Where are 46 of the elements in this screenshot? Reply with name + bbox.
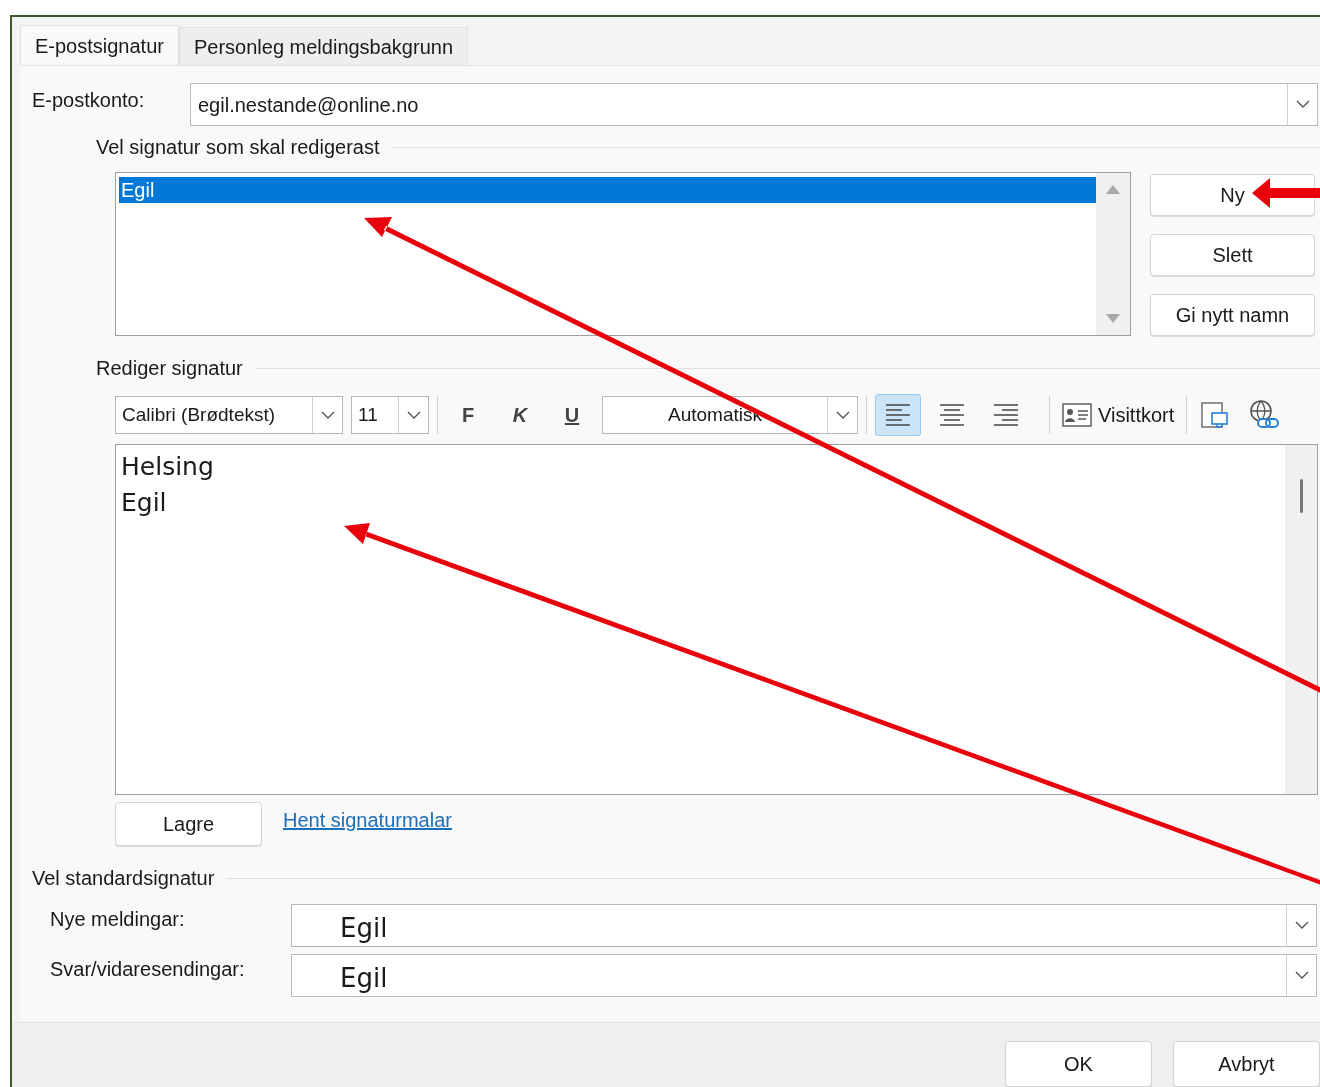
chevron-down-icon bbox=[1294, 971, 1309, 980]
signature-editor[interactable]: Helsing Egil bbox=[115, 444, 1318, 795]
save-button[interactable]: Lagre bbox=[115, 802, 262, 846]
field-label: Svar/vidaresendingar: bbox=[50, 957, 246, 982]
group-heading: Vel standardsignatur bbox=[32, 866, 216, 891]
list-item[interactable]: Egil bbox=[119, 177, 1096, 203]
chevron-down-icon bbox=[1294, 921, 1309, 930]
editor-text-line: Helsing bbox=[121, 451, 215, 483]
scroll-up-icon bbox=[1106, 185, 1120, 194]
contact-card-icon bbox=[1062, 403, 1092, 427]
editor-text-line: Egil bbox=[121, 487, 168, 519]
chevron-down-icon bbox=[1295, 100, 1310, 109]
chevron-down-icon bbox=[320, 410, 335, 420]
bold-button[interactable]: F bbox=[446, 396, 490, 434]
align-left-button[interactable] bbox=[875, 394, 921, 436]
dialog-button[interactable]: OK bbox=[1005, 1041, 1152, 1087]
picture-icon bbox=[1200, 400, 1231, 430]
tab[interactable]: E-postsignatur bbox=[20, 25, 179, 65]
template-link[interactable]: Hent signaturmalar bbox=[283, 805, 452, 835]
button[interactable]: Slett bbox=[1150, 234, 1315, 276]
field-label: E-postkonto: bbox=[32, 88, 146, 113]
annotation-arrow bbox=[1252, 178, 1320, 208]
tab[interactable]: Personleg meldingsbakgrunn bbox=[178, 27, 469, 65]
align-center-icon bbox=[938, 401, 966, 429]
signature-dropdown[interactable]: Egil bbox=[291, 904, 1317, 947]
signature-list[interactable]: Egil bbox=[115, 172, 1131, 336]
dialog-button[interactable]: Avbryt bbox=[1173, 1041, 1320, 1087]
business-card-button[interactable]: Visittkort bbox=[1058, 396, 1179, 434]
group-heading: Rediger signatur bbox=[96, 356, 244, 381]
italic-button[interactable]: K bbox=[498, 396, 542, 434]
button[interactable]: Ny bbox=[1150, 174, 1315, 216]
align-right-icon bbox=[992, 401, 1020, 429]
chevron-down-icon bbox=[835, 410, 850, 420]
chevron-down-icon bbox=[406, 410, 421, 420]
scroll-down-icon bbox=[1106, 314, 1120, 323]
field-label: Nye meldingar: bbox=[50, 907, 186, 932]
button[interactable]: Gi nytt namn bbox=[1150, 294, 1315, 336]
font-dropdown[interactable]: Calibri (Brødtekst) bbox=[115, 396, 343, 434]
underline-button[interactable]: U bbox=[550, 396, 594, 434]
account-dropdown[interactable]: egil.nestande@online.no bbox=[190, 83, 1318, 126]
align-left-icon bbox=[884, 401, 912, 429]
scrollbar-thumb[interactable] bbox=[1299, 479, 1303, 513]
signature-dropdown[interactable]: Egil bbox=[291, 954, 1317, 997]
font-color-dropdown[interactable]: Automatisk bbox=[602, 396, 858, 434]
group-heading: Vel signatur som skal redigerast bbox=[96, 135, 381, 160]
size-dropdown[interactable]: 11 bbox=[351, 396, 429, 434]
